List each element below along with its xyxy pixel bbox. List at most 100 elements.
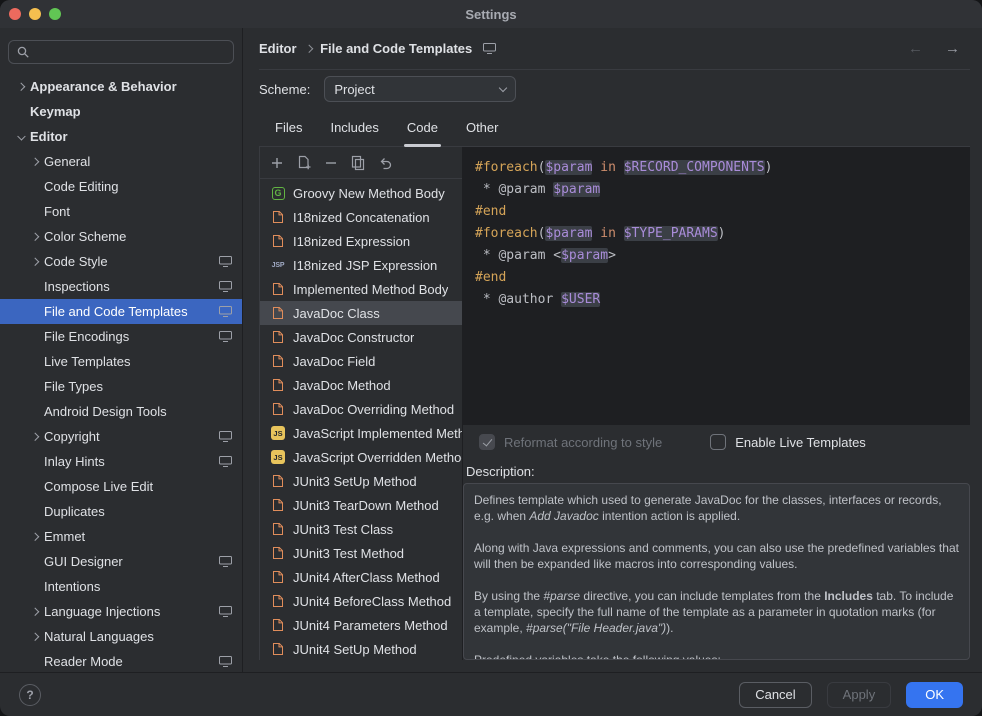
template-item-junit4-parameters-method[interactable]: JUnit4 Parameters Method — [260, 613, 462, 637]
reformat-checkbox[interactable] — [479, 434, 495, 450]
sidebar-item-appearance-behavior[interactable]: Appearance & Behavior — [0, 74, 242, 99]
sidebar-item-label: Appearance & Behavior — [30, 79, 177, 94]
scheme-row: Scheme: Project — [259, 70, 970, 108]
chevron-right-icon[interactable] — [26, 234, 44, 240]
template-item-javadoc-field[interactable]: JavaDoc Field — [260, 349, 462, 373]
sidebar-item-inlay-hints[interactable]: Inlay Hints — [0, 449, 242, 474]
template-item-junit4-afterclass-method[interactable]: JUnit4 AfterClass Method — [260, 565, 462, 589]
sidebar-item-duplicates[interactable]: Duplicates — [0, 499, 242, 524]
chevron-right-icon[interactable] — [26, 159, 44, 165]
code-line[interactable]: #end — [475, 201, 958, 223]
template-item-javadoc-constructor[interactable]: JavaDoc Constructor — [260, 325, 462, 349]
sidebar-item-file-and-code-templates[interactable]: File and Code Templates — [0, 299, 242, 324]
template-item-junit3-test-class[interactable]: JUnit3 Test Class — [260, 517, 462, 541]
help-button[interactable]: ? — [19, 684, 41, 706]
apply-button[interactable]: Apply — [827, 682, 892, 708]
chevron-right-icon[interactable] — [12, 84, 30, 90]
template-item-junit3-teardown-method[interactable]: JUnit3 TearDown Method — [260, 493, 462, 517]
code-line[interactable]: * @author $USER — [475, 289, 958, 311]
template-editor[interactable]: #foreach($param in $RECORD_COMPONENTS) *… — [463, 147, 970, 425]
code-token: #end — [475, 204, 506, 219]
template-item-javascript-overridden-method-body[interactable]: JSJavaScript Overridden Method Body — [260, 445, 462, 469]
minimize-window-button[interactable] — [29, 8, 41, 20]
template-item-junit3-test-method[interactable]: JUnit3 Test Method — [260, 541, 462, 565]
template-item-javadoc-overriding-method[interactable]: JavaDoc Overriding Method — [260, 397, 462, 421]
tab-includes[interactable]: Includes — [316, 108, 392, 146]
template-item-javascript-implemented-method-body[interactable]: JSJavaScript Implemented Method Body — [260, 421, 462, 445]
sidebar-item-gui-designer[interactable]: GUI Designer — [0, 549, 242, 574]
create-child-icon — [296, 155, 312, 171]
chevron-down-icon[interactable] — [12, 134, 30, 140]
code-token: ) — [718, 226, 726, 241]
remove-template-button[interactable] — [319, 151, 343, 175]
chevron-right-icon[interactable] — [26, 609, 44, 615]
sidebar-item-code-style[interactable]: Code Style — [0, 249, 242, 274]
add-template-button[interactable] — [265, 151, 289, 175]
sidebar-item-live-templates[interactable]: Live Templates — [0, 349, 242, 374]
sidebar-item-intentions[interactable]: Intentions — [0, 574, 242, 599]
template-item-junit4-setup-method[interactable]: JUnit4 SetUp Method — [260, 637, 462, 660]
reformat-option[interactable]: Reformat according to style — [479, 434, 662, 450]
template-item-javadoc-method[interactable]: JavaDoc Method — [260, 373, 462, 397]
sidebar-item-reader-mode[interactable]: Reader Mode — [0, 649, 242, 672]
ok-button[interactable]: OK — [906, 682, 963, 708]
sidebar-item-android-design-tools[interactable]: Android Design Tools — [0, 399, 242, 424]
sidebar-item-copyright[interactable]: Copyright — [0, 424, 242, 449]
chevron-right-icon[interactable] — [26, 534, 44, 540]
titlebar[interactable]: Settings — [0, 0, 982, 28]
sidebar-item-inspections[interactable]: Inspections — [0, 274, 242, 299]
sidebar-item-label: Keymap — [30, 104, 81, 119]
sidebar-item-emmet[interactable]: Emmet — [0, 524, 242, 549]
tab-other[interactable]: Other — [452, 108, 513, 146]
template-icon — [270, 473, 286, 489]
code-line[interactable]: * @param $param — [475, 179, 958, 201]
sidebar-item-color-scheme[interactable]: Color Scheme — [0, 224, 242, 249]
forward-button[interactable]: → — [945, 40, 960, 57]
chevron-right-icon[interactable] — [26, 434, 44, 440]
code-token: $RECORD_COMPONENTS — [624, 160, 765, 175]
template-item-junit4-beforeclass-method[interactable]: JUnit4 BeforeClass Method — [260, 589, 462, 613]
options-row: Reformat according to style Enable Live … — [463, 425, 970, 459]
code-line[interactable]: #foreach($param in $RECORD_COMPONENTS) — [475, 157, 958, 179]
search-input[interactable] — [35, 45, 226, 60]
template-item-javadoc-class[interactable]: JavaDoc Class — [260, 301, 462, 325]
live-templates-checkbox[interactable] — [710, 434, 726, 450]
settings-search[interactable] — [8, 40, 234, 64]
template-item-i18nized-concatenation[interactable]: I18nized Concatenation — [260, 205, 462, 229]
template-item-junit3-setup-method[interactable]: JUnit3 SetUp Method — [260, 469, 462, 493]
template-item-i18nized-expression[interactable]: I18nized Expression — [260, 229, 462, 253]
scheme-select[interactable]: Project — [324, 76, 516, 102]
sidebar-item-editor[interactable]: Editor — [0, 124, 242, 149]
close-window-button[interactable] — [9, 8, 21, 20]
sidebar-item-keymap[interactable]: Keymap — [0, 99, 242, 124]
ide-settings-icon — [219, 456, 232, 467]
code-line[interactable]: * @param <$param> — [475, 245, 958, 267]
create-child-template-button[interactable] — [292, 151, 316, 175]
cancel-button[interactable]: Cancel — [739, 682, 811, 708]
template-item-groovy-new-method-body[interactable]: GGroovy New Method Body — [260, 181, 462, 205]
chevron-right-icon[interactable] — [26, 634, 44, 640]
chevron-right-icon[interactable] — [26, 259, 44, 265]
sidebar-item-file-types[interactable]: File Types — [0, 374, 242, 399]
sidebar-item-natural-languages[interactable]: Natural Languages — [0, 624, 242, 649]
zoom-window-button[interactable] — [49, 8, 61, 20]
code-line[interactable]: #end — [475, 267, 958, 289]
description-text: Add Javadoc — [529, 509, 598, 523]
tab-code[interactable]: Code — [393, 108, 452, 146]
sidebar-item-general[interactable]: General — [0, 149, 242, 174]
reset-to-default-button[interactable] — [373, 151, 397, 175]
sidebar-item-compose-live-edit[interactable]: Compose Live Edit — [0, 474, 242, 499]
code-line[interactable]: #foreach($param in $TYPE_PARAMS) — [475, 223, 958, 245]
live-templates-option[interactable]: Enable Live Templates — [710, 434, 866, 450]
sidebar-item-code-editing[interactable]: Code Editing — [0, 174, 242, 199]
tab-files[interactable]: Files — [261, 108, 316, 146]
back-button[interactable]: ← — [908, 40, 923, 57]
template-item-implemented-method-body[interactable]: Implemented Method Body — [260, 277, 462, 301]
copy-template-button[interactable] — [346, 151, 370, 175]
sidebar-item-file-encodings[interactable]: File Encodings — [0, 324, 242, 349]
sidebar-item-language-injections[interactable]: Language Injections — [0, 599, 242, 624]
template-item-i18nized-jsp-expression[interactable]: JSPI18nized JSP Expression — [260, 253, 462, 277]
breadcrumb-item-editor[interactable]: Editor — [259, 41, 297, 56]
description-box[interactable]: Defines template which used to generate … — [463, 483, 970, 660]
sidebar-item-font[interactable]: Font — [0, 199, 242, 224]
